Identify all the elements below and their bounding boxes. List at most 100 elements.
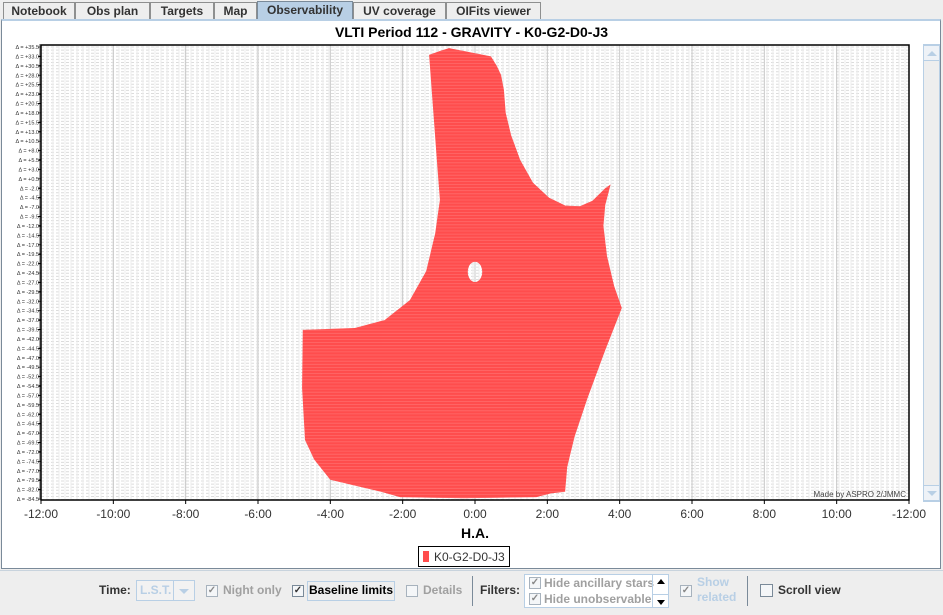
y-tick-label: Δ = +25.5 <box>15 83 39 89</box>
night-only-checkbox[interactable]: ✓ <box>206 585 218 597</box>
x-tick-label: 6:00 <box>680 507 704 521</box>
y-tick-label: Δ = -47.0 <box>17 356 39 362</box>
scroll-down-button[interactable] <box>923 485 940 501</box>
y-tick-label: Δ = -17.0 <box>17 243 39 249</box>
chevron-down-icon <box>179 589 189 594</box>
filters-up-button[interactable] <box>653 579 668 595</box>
scroll-up-button[interactable] <box>923 45 940 61</box>
dropdown-button[interactable] <box>173 581 194 600</box>
y-tick-label: Δ = -49.5 <box>17 365 39 371</box>
details-checkbox[interactable] <box>406 585 418 597</box>
y-tick-label: Δ = +3.0 <box>19 167 40 173</box>
show-related-checkbox[interactable]: ✓ <box>680 585 692 597</box>
y-tick-label: Δ = -72.0 <box>17 450 39 456</box>
time-reference-value: L.S.T. <box>140 583 172 597</box>
y-tick-label: Δ = -69.5 <box>17 441 39 447</box>
x-tick-label: -12:00 <box>892 507 926 521</box>
y-tick-label: Δ = -9.5 <box>20 215 39 221</box>
y-tick-label: Δ = -2.0 <box>20 186 39 192</box>
x-tick-label: 2:00 <box>536 507 560 521</box>
bottom-toolbar: Time: L.S.T. ✓ Night only ✓ Baseline lim… <box>0 570 943 613</box>
show-related-label: Show <box>697 575 729 589</box>
y-tick-label: Δ = -24.5 <box>17 271 39 277</box>
y-tick-label: Δ = +10.5 <box>15 139 39 145</box>
y-tick-label: Δ = +5.5 <box>19 158 40 164</box>
y-tick-label: Δ = -79.5 <box>17 478 39 484</box>
y-tick-label: Δ = -59.5 <box>17 403 39 409</box>
filters-label: Filters: <box>480 583 521 597</box>
y-tick-label: Δ = -39.5 <box>17 328 39 334</box>
y-tick-label: Δ = -22.0 <box>17 262 39 268</box>
chart-legend: K0-G2-D0-J3 <box>418 546 510 567</box>
filter-unobservable-checkbox[interactable]: ✓ <box>529 593 541 605</box>
x-tick-label: 0:00 <box>463 507 487 521</box>
y-tick-label: Δ = +13.0 <box>15 130 39 136</box>
filters-spinner[interactable] <box>652 575 668 607</box>
filter-ancillary-checkbox[interactable]: ✓ <box>529 577 541 589</box>
y-tick-label: Δ = -19.5 <box>17 252 39 258</box>
y-tick-label: Δ = -67.0 <box>17 431 39 437</box>
y-tick-label: Δ = -57.0 <box>17 393 39 399</box>
vertical-scrollbar[interactable] <box>923 44 940 502</box>
show-related-label-2: related <box>697 590 737 604</box>
y-tick-label: Δ = -44.5 <box>17 346 39 352</box>
y-tick-label: Δ = -12.0 <box>17 224 39 230</box>
y-tick-label: Δ = -37.0 <box>17 318 39 324</box>
arrow-up-icon <box>926 51 937 56</box>
filters-list[interactable]: ✓ Hide ancillary stars ✓ Hide unobservab… <box>524 574 669 608</box>
time-label: Time: <box>99 583 131 597</box>
arrow-up-icon <box>656 579 665 584</box>
legend-swatch <box>423 551 429 562</box>
y-tick-label: Δ = -82.0 <box>17 488 39 494</box>
y-tick-label: Δ = +33.0 <box>15 54 39 60</box>
x-tick-label: 4:00 <box>608 507 632 521</box>
baseline-limits-label: Baseline limits <box>309 583 394 597</box>
baseline-limits-checkbox[interactable]: ✓ <box>292 585 304 597</box>
y-tick-label: Δ = +23.0 <box>15 92 39 98</box>
scroll-view-checkbox[interactable] <box>760 584 773 597</box>
y-tick-label: Δ = -34.5 <box>17 309 39 315</box>
x-tick-label: -2:00 <box>389 507 417 521</box>
filter-unobservable-label: Hide unobservable <box>544 592 652 606</box>
y-tick-label: Δ = -74.5 <box>17 459 39 465</box>
y-tick-label: Δ = +0.5 <box>19 177 40 183</box>
scroll-view-label: Scroll view <box>778 583 841 597</box>
y-tick-label: Δ = -32.0 <box>17 299 39 305</box>
chart-annotation: Made by ASPRO 2/JMMC <box>814 490 907 499</box>
x-tick-label: -8:00 <box>172 507 200 521</box>
y-tick-label: Δ = -7.0 <box>20 205 39 211</box>
y-tick-label: Δ = +18.0 <box>15 111 39 117</box>
arrow-down-icon <box>926 491 937 496</box>
y-tick-label: Δ = -64.5 <box>17 422 39 428</box>
details-label: Details <box>423 583 463 597</box>
y-tick-label: Δ = -42.0 <box>17 337 39 343</box>
y-tick-label: Δ = -4.5 <box>20 196 39 202</box>
x-axis: -12:00 -10:00 -8:00 -6:00 -4:00 -2:00 0:00 2:00… <box>24 500 926 521</box>
y-tick-label: Δ = +15.5 <box>15 120 39 126</box>
y-tick-label: Δ = -84.5 <box>17 497 39 503</box>
y-axis: Δ = +35.5 Δ = +33.0 Δ = +30.5 Δ = +28.0 Δ = … <box>15 44 41 503</box>
arrow-down-icon <box>656 600 665 605</box>
separator <box>747 576 748 606</box>
y-tick-label: Δ = +30.5 <box>15 64 39 70</box>
y-tick-label: Δ = -14.5 <box>17 233 39 239</box>
y-tick-label: Δ = -54.5 <box>17 384 39 390</box>
x-tick-label: 8:00 <box>753 507 777 521</box>
y-tick-label: Δ = +8.0 <box>19 149 40 155</box>
filter-ancillary-label: Hide ancillary stars <box>544 576 655 590</box>
observability-chart: Δ = +35.5 Δ = +33.0 Δ = +30.5 Δ = +28.0 Δ = … <box>15 44 926 541</box>
separator <box>472 576 473 606</box>
y-tick-label: Δ = +35.5 <box>15 45 39 51</box>
x-tick-label: -12:00 <box>24 507 58 521</box>
x-tick-label: -6:00 <box>244 507 272 521</box>
y-tick-label: Δ = -27.0 <box>17 280 39 286</box>
y-tick-label: Δ = -62.0 <box>17 412 39 418</box>
y-tick-label: Δ = +20.5 <box>15 102 39 108</box>
y-tick-label: Δ = +28.0 <box>15 73 39 79</box>
y-tick-label: Δ = -29.5 <box>17 290 39 296</box>
x-tick-label: 10:00 <box>822 507 852 521</box>
time-reference-select[interactable]: L.S.T. <box>136 580 195 601</box>
x-tick-label: -4:00 <box>317 507 345 521</box>
x-tick-label: -10:00 <box>96 507 130 521</box>
y-tick-label: Δ = -77.0 <box>17 469 39 475</box>
